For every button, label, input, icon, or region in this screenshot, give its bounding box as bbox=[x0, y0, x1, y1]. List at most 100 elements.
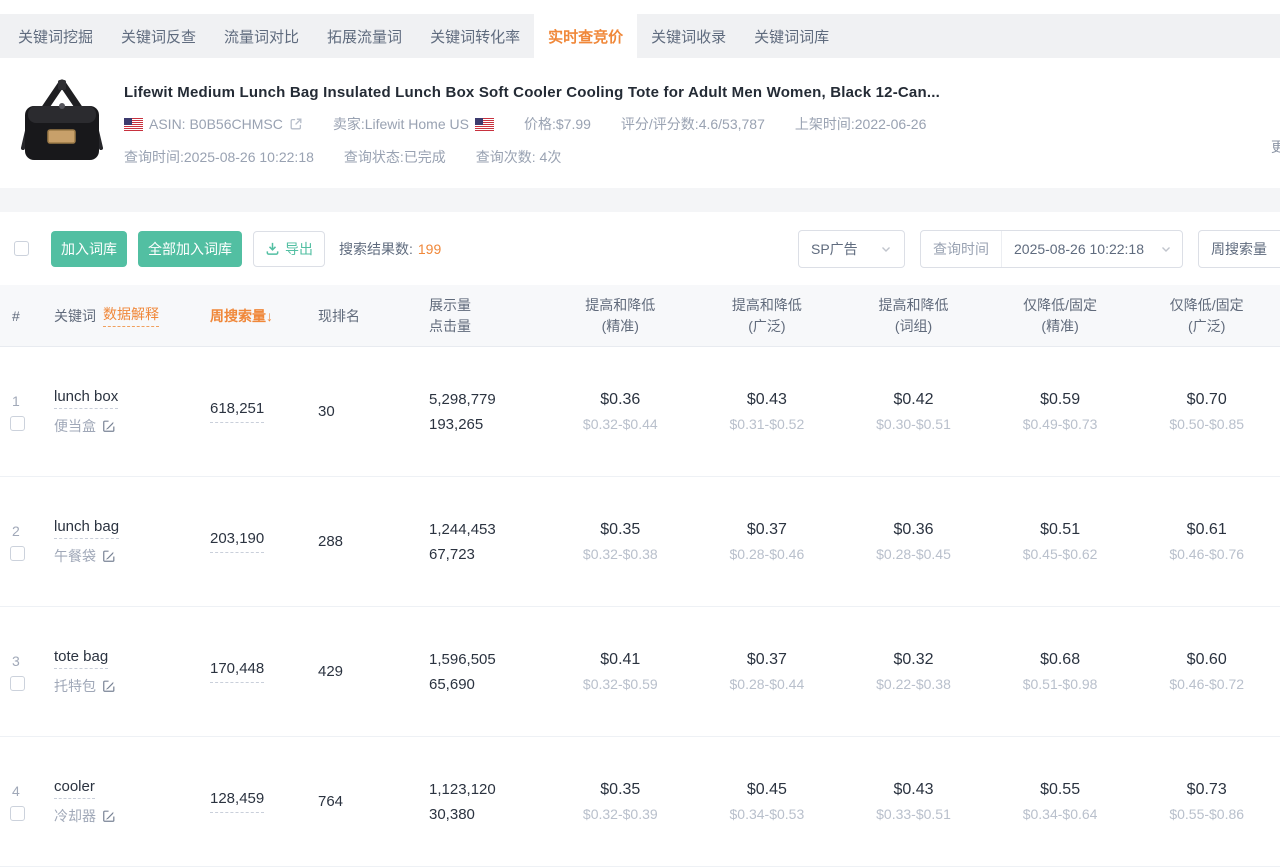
tab-item[interactable]: 关键词挖掘 bbox=[4, 14, 107, 58]
bid-cell: $0.45 $0.34-$0.53 bbox=[694, 781, 841, 822]
header-impressions-clicks: 展示量 点击量 bbox=[397, 295, 547, 337]
asin-text: ASIN: B0B56CHMSC bbox=[149, 116, 283, 132]
rank-cell: 429 bbox=[318, 663, 344, 680]
edit-icon[interactable] bbox=[102, 679, 116, 693]
impressions-value: 5,298,779 bbox=[429, 390, 496, 408]
weekly-search-value[interactable]: 618,251 bbox=[210, 400, 265, 423]
clicks-value: 193,265 bbox=[429, 415, 484, 433]
weekly-search-value[interactable]: 170,448 bbox=[210, 660, 265, 683]
rank-cell: 30 bbox=[318, 403, 335, 420]
bid-cell: $0.35 $0.32-$0.39 bbox=[547, 781, 694, 822]
top-spacer bbox=[0, 0, 1280, 14]
header-weekly-sort[interactable]: 周搜索量↓ bbox=[192, 306, 302, 326]
results-count: 199 bbox=[417, 240, 442, 257]
header-bid-line1: 仅降低/固定 bbox=[1169, 296, 1244, 313]
weekly-search-cell: 170,448 bbox=[192, 660, 302, 683]
impressions-clicks-cell: 1,596,505 65,690 bbox=[397, 647, 547, 697]
header-bid-line1: 仅降低/固定 bbox=[1023, 296, 1098, 313]
table-row: 4 cooler 冷却器 128,459 764 1,123,120 30,38… bbox=[0, 737, 1280, 867]
bid-value: $0.70 bbox=[1186, 391, 1227, 408]
bid-cell: $0.35 $0.32-$0.38 bbox=[547, 521, 694, 562]
add-to-lexicon-button[interactable]: 加入词库 bbox=[51, 230, 127, 267]
sort-field-select[interactable]: 周搜索量 bbox=[1198, 229, 1280, 268]
header-clicks: 点击量 bbox=[429, 317, 471, 334]
bid-range: $0.33-$0.51 bbox=[876, 806, 951, 822]
bid-range: $0.30-$0.51 bbox=[876, 416, 951, 432]
edit-icon[interactable] bbox=[102, 549, 116, 563]
add-all-to-lexicon-button[interactable]: 全部加入词库 bbox=[138, 230, 242, 267]
impressions-clicks-cell: 1,123,120 30,380 bbox=[397, 777, 547, 827]
keyword-translation-text: 便当盒 bbox=[54, 417, 96, 434]
header-bid-line2: (词组) bbox=[894, 317, 933, 334]
weekly-search-cell: 618,251 bbox=[192, 400, 302, 423]
rating-text: 评分/评分数:4.6/53,787 bbox=[620, 116, 765, 132]
bid-cell: $0.37 $0.28-$0.46 bbox=[694, 521, 841, 562]
product-title: Lifewit Medium Lunch Bag Insulated Lunch… bbox=[124, 84, 940, 101]
bid-range: $0.50-$0.85 bbox=[1169, 416, 1245, 432]
realtime-bid-check-page: { "colors": { "accent_orange": "#F0883A"… bbox=[0, 0, 1280, 867]
row-checkbox[interactable] bbox=[10, 675, 25, 691]
tab-item[interactable]: 拓展流量词 bbox=[313, 14, 416, 58]
keyword-translation-text: 托特包 bbox=[54, 677, 96, 694]
bid-range: $0.49-$0.73 bbox=[1022, 416, 1098, 432]
table-header: # 关键词 数据解释 周搜索量↓ 现排名 展示量 点击量 提高和降低 (精准) … bbox=[0, 285, 1280, 347]
bid-cell: $0.36 $0.32-$0.44 bbox=[547, 391, 694, 432]
bid-cell: $0.59 $0.49-$0.73 bbox=[987, 391, 1134, 432]
header-bid-column: 提高和降低 (精准) bbox=[547, 295, 694, 337]
bid-value: $0.73 bbox=[1186, 781, 1227, 798]
product-info: Lifewit Medium Lunch Bag Insulated Lunch… bbox=[124, 76, 940, 188]
keyword-text[interactable]: cooler bbox=[54, 778, 95, 799]
bid-value: $0.37 bbox=[746, 651, 787, 668]
keyword-translation: 托特包 bbox=[54, 676, 192, 696]
external-link-icon[interactable] bbox=[289, 117, 303, 131]
bid-value: $0.51 bbox=[1040, 521, 1081, 538]
impressions-value: 1,123,120 bbox=[429, 780, 496, 798]
chevron-down-icon bbox=[882, 246, 890, 252]
keyword-text[interactable]: lunch box bbox=[54, 388, 119, 409]
row-checkbox[interactable] bbox=[10, 805, 25, 821]
row-checkbox[interactable] bbox=[10, 545, 25, 561]
more-button-partial[interactable]: 更 bbox=[1271, 137, 1280, 157]
header-bid-line2: (精准) bbox=[601, 317, 639, 334]
tab-bar: 关键词挖掘 关键词反查 流量词对比 拓展流量词 关键词转化率 实时查竞价 关键词… bbox=[0, 14, 1280, 58]
tab-item[interactable]: 关键词收录 bbox=[637, 14, 740, 58]
row-index-cell: 3 bbox=[0, 653, 42, 691]
clicks-value: 30,380 bbox=[429, 805, 475, 823]
bid-range: $0.28-$0.44 bbox=[729, 676, 805, 692]
header-bid-column: 提高和降低 (词组) bbox=[840, 295, 987, 337]
query-time-select[interactable]: 查询时间 2025-08-26 10:22:18 bbox=[920, 229, 1183, 268]
data-explain-link[interactable]: 数据解释 bbox=[103, 304, 159, 327]
tab-item[interactable]: 实时查竞价 bbox=[534, 14, 638, 58]
bid-value: $0.35 bbox=[600, 521, 641, 538]
bid-value: $0.41 bbox=[600, 651, 641, 668]
query-time-select-label: 查询时间 bbox=[921, 230, 1002, 267]
bid-cell: $0.51 $0.45-$0.62 bbox=[987, 521, 1134, 562]
bid-range: $0.32-$0.38 bbox=[582, 546, 658, 562]
ad-type-select[interactable]: SP广告 bbox=[798, 229, 905, 268]
bid-range: $0.32-$0.59 bbox=[582, 676, 658, 692]
export-button[interactable]: 导出 bbox=[253, 230, 325, 267]
impressions-clicks-cell: 5,298,779 193,265 bbox=[397, 387, 547, 437]
header-keyword: 关键词 数据解释 bbox=[42, 304, 192, 327]
table-row: 2 lunch bag 午餐袋 203,190 288 1,244,453 67… bbox=[0, 477, 1280, 607]
tab-item[interactable]: 关键词转化率 bbox=[416, 14, 534, 58]
tab-item[interactable]: 关键词反查 bbox=[107, 14, 210, 58]
bid-value: $0.45 bbox=[746, 781, 787, 798]
bid-cell: $0.41 $0.32-$0.59 bbox=[547, 651, 694, 692]
tab-item[interactable]: 关键词词库 bbox=[740, 14, 843, 58]
seller-text: 卖家:Lifewit Home US bbox=[332, 116, 469, 132]
tab-item[interactable]: 流量词对比 bbox=[210, 14, 313, 58]
bid-value: $0.61 bbox=[1186, 521, 1227, 538]
keyword-text[interactable]: tote bag bbox=[54, 648, 109, 669]
weekly-search-value[interactable]: 128,459 bbox=[210, 790, 265, 813]
weekly-search-value[interactable]: 203,190 bbox=[210, 530, 265, 553]
bid-cell: $0.36 $0.28-$0.45 bbox=[840, 521, 987, 562]
edit-icon[interactable] bbox=[102, 809, 116, 823]
bid-range: $0.28-$0.46 bbox=[729, 546, 805, 562]
select-all-checkbox[interactable] bbox=[14, 241, 29, 256]
seller-item: 卖家:Lifewit Home US bbox=[333, 114, 494, 134]
edit-icon[interactable] bbox=[102, 419, 116, 433]
keyword-text[interactable]: lunch bag bbox=[54, 518, 120, 539]
row-checkbox[interactable] bbox=[10, 415, 25, 431]
bid-range: $0.51-$0.98 bbox=[1022, 676, 1098, 692]
